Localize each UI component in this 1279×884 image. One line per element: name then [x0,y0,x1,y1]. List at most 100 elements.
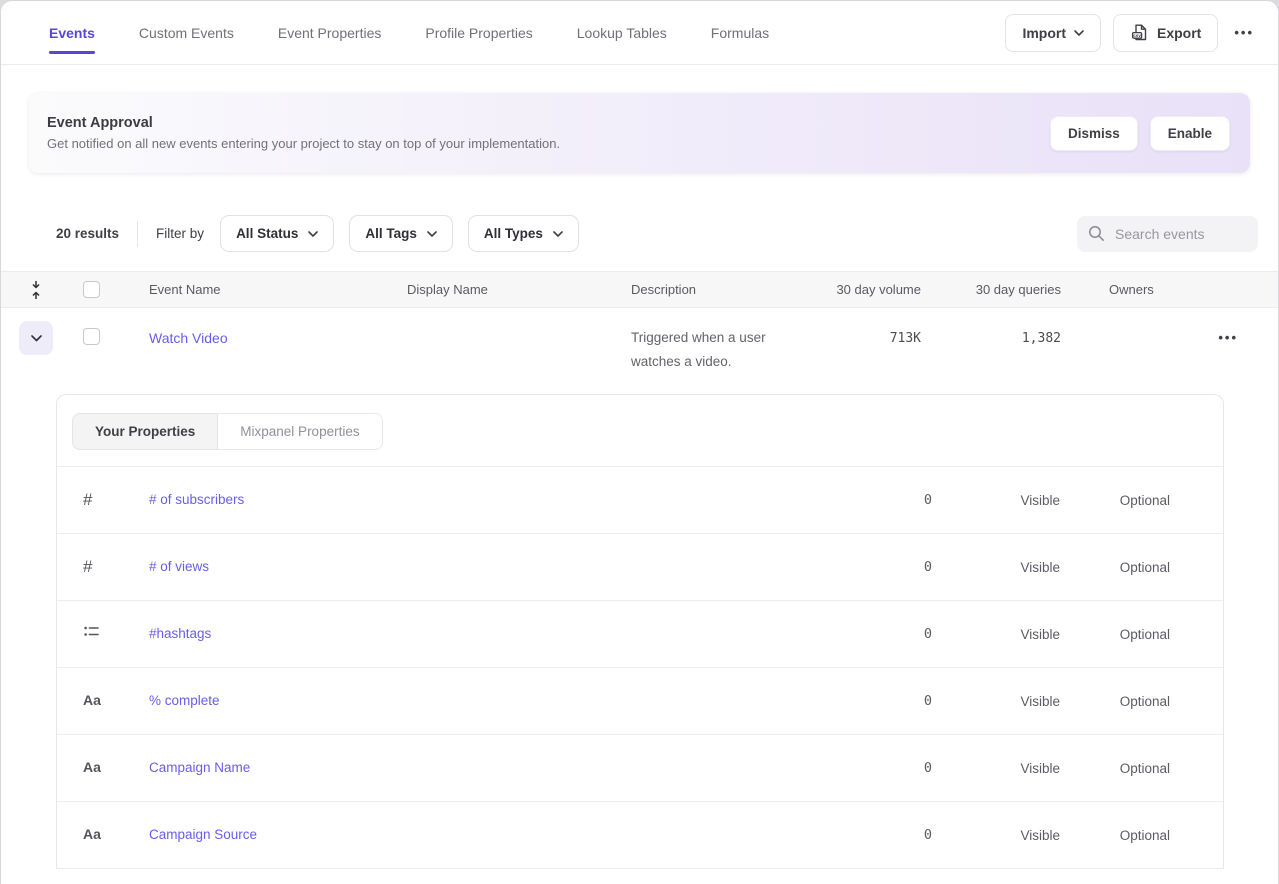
row-select-cell [53,321,117,345]
property-row: # # of views 0 Visible Optional [57,534,1223,601]
collapse-all-icon[interactable] [19,280,53,300]
number-type-icon: # [83,490,92,509]
property-row: Aa Campaign Name 0 Visible Optional [57,735,1223,802]
row-menu-icon[interactable]: ••• [1214,324,1242,351]
property-name-link[interactable]: Campaign Source [129,827,257,842]
tab-custom-events[interactable]: Custom Events [139,1,234,65]
status-filter-dropdown[interactable]: All Status [220,215,334,252]
import-button[interactable]: Import [1005,14,1101,52]
property-name-link[interactable]: # of views [129,559,209,574]
property-requirement: Optional [1060,560,1170,575]
property-requirement: Optional [1060,493,1170,508]
top-navigation: Events Custom Events Event Properties Pr… [1,1,1278,65]
list-type-icon [83,623,100,640]
event-volume: 713K [821,321,921,346]
filter-bar: 20 results Filter by All Status All Tags… [1,215,1278,252]
status-filter-label: All Status [236,226,298,241]
event-row-watch-video: Watch Video Triggered when a user watche… [1,308,1278,394]
property-visibility: Visible [932,627,1060,642]
event-name-link[interactable]: Watch Video [149,321,228,348]
tab-your-properties[interactable]: Your Properties [72,413,218,450]
property-count: 0 [812,626,932,642]
property-visibility: Visible [932,694,1060,709]
events-page: Events Custom Events Event Properties Pr… [0,0,1279,884]
chevron-down-icon [427,231,437,237]
tab-formulas-label: Formulas [711,25,769,41]
import-button-label: Import [1022,25,1066,41]
chevron-down-icon [31,335,42,342]
select-all-cell [53,281,117,298]
export-button[interactable]: csv Export [1113,14,1218,52]
collapse-cell [1,280,53,300]
nav-actions: Import csv Export ••• [1005,14,1258,52]
property-visibility: Visible [932,761,1060,776]
property-row: # # of subscribers 0 Visible Optional [57,467,1223,534]
row-checkbox[interactable] [83,328,100,345]
property-count: 0 [812,693,932,709]
column-event-name: Event Name [117,282,407,297]
column-30-day-volume: 30 day volume [821,282,921,297]
property-type-cell: # [57,557,129,577]
row-menu-cell: ••• [1201,321,1278,347]
tags-filter-label: All Tags [365,226,417,241]
property-type-cell: Aa [57,826,129,844]
tab-lookup-tables-label: Lookup Tables [577,25,667,41]
property-type-cell: # [57,490,129,510]
property-name-link[interactable]: #hashtags [129,626,211,641]
property-row: Aa Campaign Source 0 Visible Optional [57,802,1223,869]
event-queries: 1,382 [921,321,1061,346]
banner-text: Event Approval Get notified on all new e… [47,115,560,151]
chevron-down-icon [553,231,563,237]
enable-button[interactable]: Enable [1150,116,1230,151]
banner-actions: Dismiss Enable [1050,116,1230,151]
tags-filter-dropdown[interactable]: All Tags [349,215,453,252]
property-type-cell: Aa [57,692,129,710]
property-name-link[interactable]: # of subscribers [129,492,244,507]
csv-file-icon: csv [1130,23,1149,42]
banner-description: Get notified on all new events entering … [47,136,560,151]
chevron-down-icon [308,231,318,237]
property-name-cell: # of views [129,558,812,576]
property-row: Aa % complete 0 Visible Optional [57,668,1223,735]
filter-by-label: Filter by [156,226,204,241]
event-approval-banner: Event Approval Get notified on all new e… [29,93,1250,173]
tab-custom-events-label: Custom Events [139,25,234,41]
property-row: #hashtags 0 Visible Optional [57,601,1223,668]
tab-formulas[interactable]: Formulas [711,1,769,65]
text-type-icon: Aa [83,692,101,708]
property-name-link[interactable]: % complete [129,693,220,708]
property-name-cell: Campaign Source [129,826,812,844]
banner-title: Event Approval [47,115,560,131]
property-count: 0 [812,492,932,508]
column-description: Description [631,282,821,297]
property-requirement: Optional [1060,694,1170,709]
column-30-day-queries: 30 day queries [921,282,1061,297]
property-count: 0 [812,760,932,776]
property-type-cell: Aa [57,759,129,777]
tab-event-properties[interactable]: Event Properties [278,1,382,65]
dismiss-button[interactable]: Dismiss [1050,116,1138,151]
types-filter-label: All Types [484,226,543,241]
text-type-icon: Aa [83,759,101,775]
property-name-cell: Campaign Name [129,759,812,777]
select-all-checkbox[interactable] [83,281,100,298]
search-icon [1088,225,1105,242]
svg-text:csv: csv [1133,33,1141,38]
property-name-cell: #hashtags [129,625,812,643]
tab-profile-properties-label: Profile Properties [425,25,532,41]
property-requirement: Optional [1060,828,1170,843]
tab-lookup-tables[interactable]: Lookup Tables [577,1,667,65]
tab-events-label: Events [49,25,95,41]
property-requirement: Optional [1060,761,1170,776]
results-count: 20 results [56,226,119,241]
property-name-link[interactable]: Campaign Name [129,760,250,775]
chevron-down-icon [1074,30,1084,36]
tab-profile-properties[interactable]: Profile Properties [425,1,532,65]
property-count: 0 [812,559,932,575]
collapse-row-button[interactable] [19,321,53,355]
tab-mixpanel-properties[interactable]: Mixpanel Properties [218,413,382,450]
types-filter-dropdown[interactable]: All Types [468,215,579,252]
more-options-icon[interactable]: ••• [1230,20,1258,45]
tab-events[interactable]: Events [49,1,95,65]
divider [137,221,138,247]
